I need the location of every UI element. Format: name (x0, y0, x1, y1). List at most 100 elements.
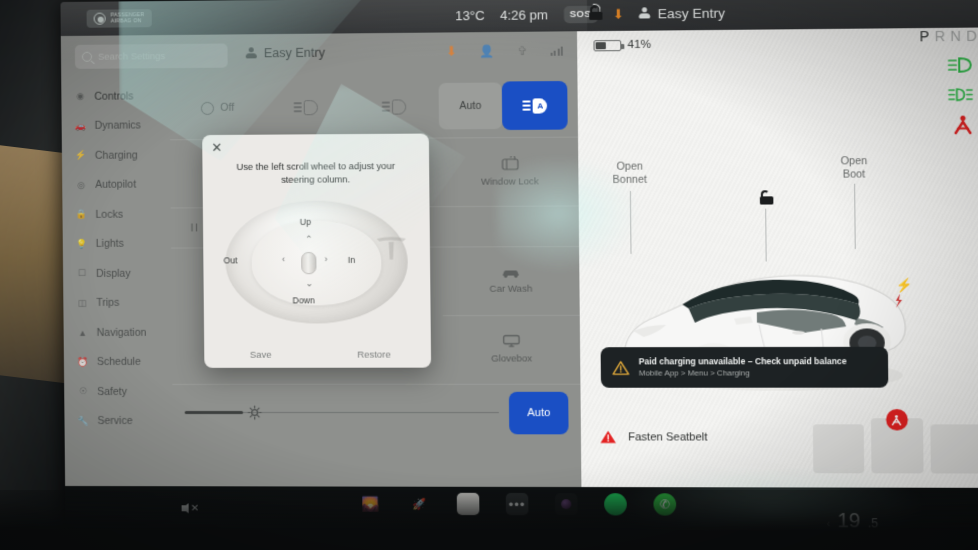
open-bonnet-button[interactable]: Open Bonnet (597, 160, 663, 187)
wiper-speed-1[interactable]: II (190, 222, 199, 234)
adjust-in-label: In (347, 254, 356, 266)
clock: 4:26 pm (499, 6, 549, 23)
save-button[interactable]: Save (204, 349, 317, 360)
low-beam-telltale (947, 56, 974, 74)
glovebox-icon (502, 334, 521, 348)
sidebar-item-charging[interactable]: ⚡ Charging (62, 140, 171, 170)
close-icon[interactable]: ✕ (211, 140, 222, 155)
sidebar-item-autopilot[interactable]: ◎ Autopilot (62, 170, 171, 200)
window-lock-tile[interactable]: Window Lock (441, 136, 579, 207)
sos-label: SOS (569, 8, 592, 20)
headlights-auto-button[interactable]: Auto (438, 82, 503, 130)
warning-triangle-icon (600, 430, 616, 444)
open-bonnet-line1: Open (616, 160, 643, 173)
charging-warning-toast[interactable]: Paid charging unavailable – Check unpaid… (600, 346, 889, 388)
search-placeholder: Search Settings (97, 50, 166, 63)
arrow-up-icon: ⌃ (305, 233, 313, 245)
arrow-down-icon: ⌄ (305, 278, 314, 289)
brightness-track (184, 412, 499, 414)
seat-left (812, 424, 865, 474)
sidebar-label: Schedule (96, 356, 141, 369)
battery-percent: 41% (627, 38, 652, 52)
adjust-out-label: Out (223, 255, 238, 266)
battery-indicator[interactable]: 41% (593, 39, 651, 52)
settings-panel: Search Settings Easy Entry ⬇ 👤 ✞ ◉ Contr… (60, 31, 582, 488)
sidebar-item-dynamics[interactable]: 🚗 Dynamics (62, 111, 171, 141)
person-icon (639, 7, 650, 19)
controls-icon: ◉ (76, 91, 85, 102)
screen-body: Search Settings Easy Entry ⬇ 👤 ✞ ◉ Contr… (60, 27, 978, 488)
controls-grid-right-column: Window Lock Car Wash Glovebox (441, 136, 581, 384)
sidebar-label: Lights (95, 237, 124, 251)
parking-lights-button[interactable] (261, 84, 350, 131)
auto-high-beam-button[interactable]: A (501, 80, 568, 131)
left-scroll-wheel[interactable] (301, 252, 317, 275)
lights-off-label: Off (220, 101, 235, 114)
sidebar-item-trips[interactable]: ◫ Trips (63, 288, 172, 318)
search-input[interactable]: Search Settings (74, 43, 228, 69)
lights-icon: 💡 (76, 238, 88, 249)
sidebar-item-safety[interactable]: ☉ Safety (64, 377, 173, 407)
person-small-icon[interactable]: 👤 (479, 44, 494, 58)
sidebar-label: Dynamics (94, 119, 141, 133)
door-lock-button[interactable] (589, 5, 603, 25)
dialog-buttons: Save Restore (204, 348, 431, 360)
window-lock-icon (501, 156, 519, 171)
status-bar-center: 13°C 4:26 pm SOS ⬇ Easy Entry (323, 0, 725, 34)
lock-icon: 🔒 (75, 209, 88, 220)
settings-sidebar: ◉ Controls 🚗 Dynamics ⚡ Charging ◎ Autop… (61, 77, 173, 486)
sidebar-item-display[interactable]: ☐ Display (63, 259, 172, 289)
car-wash-label: Car Wash (489, 283, 533, 295)
cabin-bottom-shadow (0, 490, 978, 550)
settings-profile-button[interactable]: Easy Entry (246, 46, 325, 61)
software-download-icon[interactable]: ⬇ (613, 6, 624, 21)
toast-text: Paid charging unavailable – Check unpaid… (639, 356, 847, 379)
brightness-slider[interactable] (184, 412, 499, 414)
brightness-auto-label: Auto (527, 406, 551, 419)
passenger-airbag-indicator: PASSENGER AIRBAG ON (86, 9, 152, 28)
person-icon (246, 47, 257, 59)
trips-icon: ◫ (78, 297, 87, 308)
car-wash-tile[interactable]: Car Wash (442, 245, 580, 316)
safety-icon: ☉ (79, 386, 88, 397)
brightness-icon (247, 405, 262, 420)
service-icon: 🔧 (77, 415, 90, 426)
sidebar-label: Trips (96, 297, 120, 310)
seat-middle (871, 409, 924, 474)
headlight-mode-row: Off Auto A (169, 74, 578, 139)
sidebar-label: Display (96, 267, 131, 280)
sidebar-label: Charging (94, 149, 138, 162)
open-boot-button[interactable]: Open Boot (826, 155, 882, 182)
parking-lights-icon (293, 99, 319, 115)
lights-off-button[interactable]: Off (174, 84, 262, 131)
low-beam-button[interactable] (350, 83, 439, 130)
unlock-icon (589, 5, 603, 21)
sidebar-item-service[interactable]: 🔧 Service (64, 406, 173, 436)
driver-profile-button[interactable]: Easy Entry (639, 5, 725, 21)
center-touchscreen: PASSENGER AIRBAG ON 13°C 4:26 pm SOS ⬇ E… (60, 0, 978, 533)
seat-occupancy-diagram (812, 409, 978, 474)
search-icon (81, 51, 93, 62)
low-beam-icon (382, 98, 407, 115)
sidebar-item-locks[interactable]: 🔒 Locks (62, 199, 171, 229)
gear-p: P (919, 27, 935, 45)
car-lock-button[interactable] (759, 190, 774, 209)
arrow-left-icon: ‹ (281, 254, 286, 265)
download-icon[interactable]: ⬇ (446, 43, 457, 59)
sidebar-item-lights[interactable]: 💡 Lights (63, 229, 172, 259)
auto-high-beam-icon: A (522, 97, 548, 114)
seatbelt-unbuckled-badge (885, 409, 909, 431)
glovebox-tile[interactable]: Glovebox (442, 314, 581, 384)
sidebar-item-navigation[interactable]: ▲ Navigation (63, 318, 172, 348)
lights-off-icon (201, 101, 215, 115)
brightness-auto-button[interactable]: Auto (508, 391, 569, 434)
sidebar-item-schedule[interactable]: ⏰ Schedule (64, 347, 173, 377)
open-boot-line1: Open (840, 155, 868, 168)
fasten-seatbelt-label: Fasten Seatbelt (628, 430, 708, 444)
arrow-right-icon: › (324, 254, 328, 265)
sidebar-item-controls[interactable]: ◉ Controls (61, 81, 170, 111)
settings-header-icons: ⬇ 👤 ✞ (446, 43, 563, 60)
restore-button[interactable]: Restore (317, 348, 431, 360)
dialog-message: Use the left scroll wheel to adjust your… (236, 160, 395, 185)
bluetooth-icon[interactable]: ✞ (517, 44, 527, 58)
